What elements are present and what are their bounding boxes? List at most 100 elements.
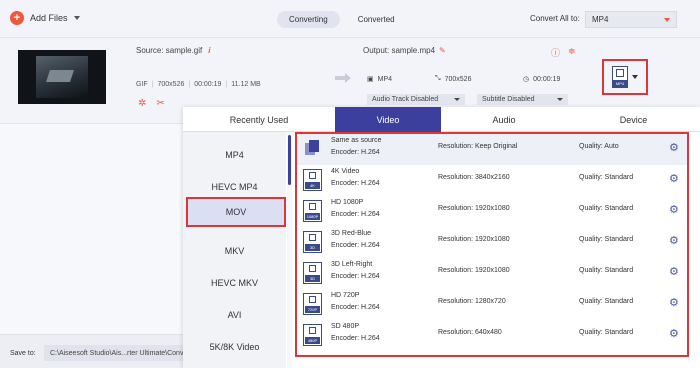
preset-resolution: Resolution: 1920x1080 (438, 236, 510, 243)
tab-recently-used[interactable]: Recently Used (183, 107, 335, 132)
preset-encoder: Encoder: H.264 (331, 273, 380, 280)
output-meta: ▣ MP4 ⤡ 700x526 ◷ 00:00:19 (367, 75, 582, 83)
output-name: Output: sample.mp4 ✎ (363, 46, 446, 55)
preset-quality: Quality: Standard (579, 267, 634, 274)
edit-tools: ✲ ✂ (138, 98, 165, 109)
preset-badge: 3D (305, 244, 320, 251)
output-format: MP4 (377, 75, 393, 83)
preset-quality: Quality: Standard (579, 174, 634, 181)
info-icon[interactable]: i (208, 46, 210, 55)
output-actions: ⓘ ≑ (551, 46, 576, 59)
preset-row[interactable]: 1080P HD 1080P Encoder: H.264 Resolution… (297, 196, 687, 227)
format-item-5k-8k[interactable]: 5K/8K Video (183, 332, 286, 362)
chevron-down-icon[interactable] (73, 16, 80, 20)
video-format-icon: 1080P (303, 200, 322, 222)
convert-all-value: MP4 (592, 15, 609, 24)
gear-icon[interactable]: ⚙ (669, 266, 681, 278)
gear-icon[interactable]: ⚙ (669, 235, 681, 247)
output-format-button[interactable]: MP4 (602, 59, 648, 95)
format-popup: Recently Used Video Audio Device MP4 HEV… (183, 107, 700, 368)
video-format-icon: 720P (303, 293, 322, 315)
preset-row[interactable]: 480P SD 480P Encoder: H.264 Resolution: … (297, 320, 687, 351)
source-resolution: 700x526 (157, 81, 185, 88)
preset-resolution: Resolution: 1280x720 (438, 298, 506, 305)
video-thumbnail[interactable] (18, 50, 106, 104)
preset-row[interactable]: 3D 3D Left-Right Encoder: H.264 Resoluti… (297, 258, 687, 289)
format-item-hevc-mkv[interactable]: HEVC MKV (183, 268, 286, 298)
gear-icon[interactable]: ⚙ (669, 297, 681, 309)
output-label: Output: sample.mp4 (363, 46, 436, 55)
same-as-source-icon (303, 138, 322, 160)
add-files-label: Add Files (30, 13, 68, 23)
scrollbar-thumb[interactable] (288, 135, 291, 185)
mode-tabs: Converting Converted (277, 11, 407, 28)
preset-badge: 3D (305, 275, 320, 282)
source-size: 11.12 MB (231, 81, 261, 88)
preset-encoder: Encoder: H.264 (331, 335, 380, 342)
preset-row[interactable]: Same as source Encoder: H.264 Resolution… (297, 134, 687, 165)
preset-row[interactable]: 3D 3D Red-Blue Encoder: H.264 Resolution… (297, 227, 687, 258)
preset-row[interactable]: 4K 4K Video Encoder: H.264 Resolution: 3… (297, 165, 687, 196)
subtitle-select[interactable]: Subtitle Disabled (477, 94, 568, 105)
preset-name: 4K Video (331, 168, 360, 175)
source-label: Source: sample.gif (136, 46, 203, 55)
source-format: GIF (136, 81, 148, 88)
resize-icon: ⤡ (435, 75, 441, 82)
enhance-icon[interactable]: ✲ (138, 98, 146, 109)
convert-all-select[interactable]: MP4 (585, 11, 677, 28)
gear-icon[interactable]: ⚙ (669, 142, 681, 154)
preset-name: HD 720P (331, 292, 360, 299)
preset-badge: 720P (305, 306, 320, 313)
film-icon: ▣ (367, 76, 374, 83)
add-files-button[interactable]: + Add Files (10, 11, 80, 25)
format-item-mkv[interactable]: MKV (183, 236, 286, 266)
preset-encoder: Encoder: H.264 (331, 242, 380, 249)
preset-resolution: Resolution: 640x480 (438, 329, 502, 336)
gear-icon[interactable]: ⚙ (669, 204, 681, 216)
tab-converting[interactable]: Converting (277, 11, 340, 28)
preset-resolution: Resolution: Keep Original (438, 143, 518, 150)
info-circle-icon[interactable]: ⓘ (551, 46, 560, 59)
tab-audio[interactable]: Audio (441, 107, 567, 132)
format-item-mp4[interactable]: MP4 (183, 140, 286, 170)
format-item-avi[interactable]: AVI (183, 300, 286, 330)
preset-badge: 4K (305, 182, 320, 189)
audio-track-select[interactable]: Audio Track Disabled (367, 94, 465, 105)
compress-icon[interactable]: ≑ (568, 46, 576, 59)
tab-video[interactable]: Video (335, 107, 441, 132)
save-to-label: Save to: (10, 350, 36, 357)
file-list-area (0, 124, 183, 334)
preset-row[interactable]: 720P HD 720P Encoder: H.264 Resolution: … (297, 289, 687, 320)
chevron-down-icon (557, 98, 563, 101)
output-duration: 00:00:19 (533, 75, 561, 83)
video-format-icon: 4K (303, 169, 322, 191)
edit-pen-icon[interactable]: ✎ (439, 46, 446, 55)
clock-icon: ◷ (523, 76, 530, 83)
preset-name: HD 1080P (331, 199, 364, 206)
format-item-mov[interactable]: MOV (186, 197, 286, 227)
gear-icon[interactable]: ⚙ (669, 173, 681, 185)
preset-quality: Quality: Standard (579, 329, 634, 336)
subtitle-value: Subtitle Disabled (482, 96, 535, 103)
convert-all-label: Convert All to: (530, 14, 580, 23)
preset-encoder: Encoder: H.264 (331, 180, 380, 187)
audio-track-value: Audio Track Disabled (372, 96, 439, 103)
preset-list: Same as source Encoder: H.264 Resolution… (295, 132, 689, 357)
preset-resolution: Resolution: 1920x1080 (438, 267, 510, 274)
gear-icon[interactable]: ⚙ (669, 328, 681, 340)
preset-name: 3D Red-Blue (331, 230, 372, 237)
tab-converted[interactable]: Converted (346, 11, 407, 28)
video-format-icon: 3D (303, 262, 322, 284)
format-icon: MP4 (612, 66, 628, 88)
chevron-down-icon (632, 75, 638, 79)
preset-badge: 480P (305, 337, 320, 344)
preset-encoder: Encoder: H.264 (331, 149, 380, 156)
output-resolution: 700x526 (444, 75, 472, 83)
preset-name: Same as source (331, 137, 382, 144)
tab-device[interactable]: Device (567, 107, 700, 132)
source-name: Source: sample.gif i (136, 46, 211, 55)
preset-quality: Quality: Standard (579, 236, 634, 243)
preset-name: 3D Left-Right (331, 261, 373, 268)
save-path-field[interactable]: C:\Aiseesoft Studio\Ais...rter Ultimate\… (44, 345, 186, 361)
cut-icon[interactable]: ✂ (156, 98, 164, 109)
